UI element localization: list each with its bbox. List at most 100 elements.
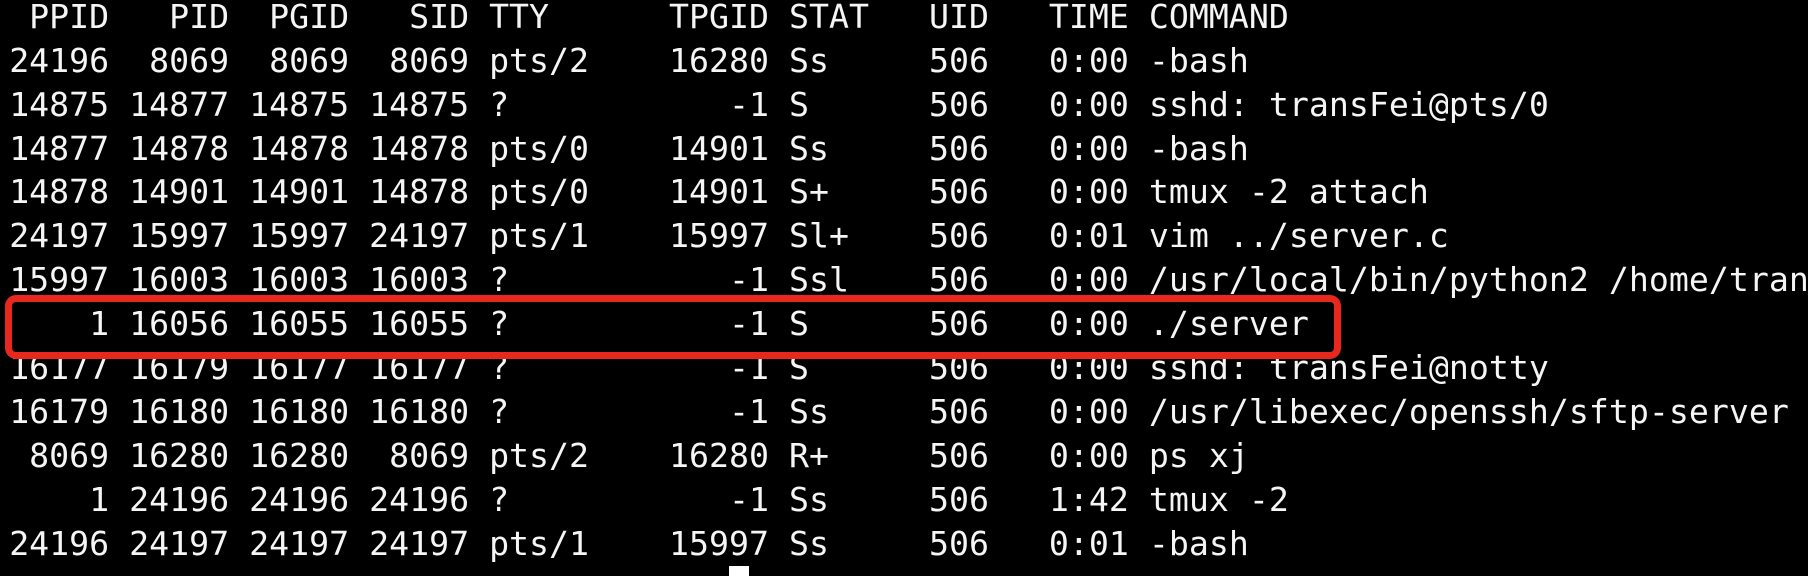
uid-cell: 506 xyxy=(928,435,989,475)
ppid-cell: 24196 xyxy=(9,523,110,563)
stat-cell: Ss xyxy=(789,391,829,431)
pid-cell: 16003 xyxy=(129,260,230,300)
command-cell: ps xj xyxy=(1148,435,1249,475)
command-cell: tmux -2 xyxy=(1148,479,1289,519)
tpgid-cell: 14901 xyxy=(669,128,770,168)
header-pgid: PGID xyxy=(269,0,350,36)
stat-cell: S xyxy=(789,304,809,344)
pgid-cell: 8069 xyxy=(269,40,350,80)
tty-cell: ? xyxy=(489,84,510,124)
header-command: COMMAND xyxy=(1148,0,1289,36)
process-row: 14875 14877 14875 14875? -1 S 506 0:00 sshd: tra… xyxy=(9,83,1808,127)
stat-cell: S xyxy=(789,348,809,388)
pgid-cell: 16280 xyxy=(249,435,350,475)
tpgid-cell: -1 xyxy=(729,304,770,344)
uid-cell: 506 xyxy=(928,84,989,124)
uid-cell: 506 xyxy=(928,348,989,388)
tty-cell: ? xyxy=(489,304,510,344)
header-uid: UID xyxy=(928,0,989,36)
time-cell: 0:01 xyxy=(1048,523,1129,563)
stat-cell: Ssl xyxy=(789,260,849,300)
pid-cell: 14901 xyxy=(129,172,230,212)
uid-cell: 506 xyxy=(928,304,989,344)
tty-cell: pts/1 xyxy=(489,523,590,563)
tpgid-cell: 16280 xyxy=(669,40,770,80)
process-row: 16177 16179 16177 16177? -1 S 506 0:00 sshd: tra… xyxy=(9,346,1808,390)
tpgid-cell: -1 xyxy=(729,479,770,519)
pid-cell: 14878 xyxy=(129,128,230,168)
pgid-cell: 14901 xyxy=(249,172,350,212)
ppid-cell: 8069 xyxy=(29,435,110,475)
tty-cell: pts/2 xyxy=(489,435,590,475)
stat-cell: Ss xyxy=(789,479,829,519)
time-cell: 0:00 xyxy=(1048,84,1129,124)
tpgid-cell: -1 xyxy=(729,391,770,431)
command-cell: -bash xyxy=(1148,40,1249,80)
uid-cell: 506 xyxy=(928,479,989,519)
process-row: 24197 15997 15997 24197 pts/1 15997 Sl+ 506 0:01… xyxy=(9,214,1808,258)
time-cell: 0:00 xyxy=(1048,172,1129,212)
header-pid: PID xyxy=(169,0,230,36)
sid-cell: 24197 xyxy=(369,216,470,256)
time-cell: 0:00 xyxy=(1048,260,1129,300)
tty-cell: ? xyxy=(489,260,510,300)
ppid-cell: 24196 xyxy=(9,40,110,80)
ppid-cell: 14877 xyxy=(9,128,110,168)
header-time: TIME xyxy=(1048,0,1129,36)
sid-cell: 14875 xyxy=(369,84,470,124)
tty-cell: ? xyxy=(489,348,510,388)
command-cell: -bash xyxy=(1148,523,1249,563)
process-row-highlighted: 1 16056 16055 16055? -1 S 506 0:00 ./server xyxy=(9,302,1808,346)
process-row: 8069 16280 16280 8069 pts/2 16280 R+ 506 0:00 ps … xyxy=(9,434,1808,478)
ppid-cell: 1 xyxy=(89,479,110,519)
header-sid: SID xyxy=(409,0,470,36)
tty-cell: ? xyxy=(489,391,510,431)
tpgid-cell: 15997 xyxy=(669,216,770,256)
time-cell: 0:00 xyxy=(1048,128,1129,168)
header-ppid: PPID xyxy=(29,0,110,36)
tpgid-cell: 15997 xyxy=(669,523,770,563)
header-stat: STAT xyxy=(789,0,869,36)
sid-cell: 14878 xyxy=(369,172,470,212)
pgid-cell: 14875 xyxy=(249,84,350,124)
command-cell: /usr/libexec/openssh/sftp-server xyxy=(1148,391,1789,431)
uid-cell: 506 xyxy=(928,216,989,256)
tpgid-cell: -1 xyxy=(729,84,770,124)
pid-cell: 24196 xyxy=(129,479,230,519)
sid-cell: 8069 xyxy=(389,40,470,80)
uid-cell: 506 xyxy=(928,128,989,168)
sid-cell: 16180 xyxy=(369,391,470,431)
process-row: 14877 14878 14878 14878 pts/0 14901 Ss 506 0:00-… xyxy=(9,127,1808,171)
pgid-cell: 24197 xyxy=(249,523,350,563)
pgid-cell: 16055 xyxy=(249,304,350,344)
pid-cell: 15997 xyxy=(129,216,230,256)
stat-cell: Ss xyxy=(789,523,829,563)
sid-cell: 24197 xyxy=(369,523,470,563)
stat-cell: R+ xyxy=(789,435,829,475)
time-cell: 0:01 xyxy=(1048,216,1129,256)
tpgid-cell: -1 xyxy=(729,348,770,388)
process-list: PPID PID PGID SID TTY TPGID STAT UID TIM… xyxy=(9,0,1808,566)
process-row: 16179 16180 16180 16180? -1 Ss 506 0:00/usr/lib… xyxy=(9,390,1808,434)
command-cell: ./server xyxy=(1148,304,1309,344)
stat-cell: Ss xyxy=(789,40,829,80)
pgid-cell: 24196 xyxy=(249,479,350,519)
header-tpgid: TPGID xyxy=(669,0,770,36)
ppid-cell: 14875 xyxy=(9,84,110,124)
pgid-cell: 15997 xyxy=(249,216,350,256)
ppid-cell: 16177 xyxy=(9,348,110,388)
pid-cell: 16179 xyxy=(129,348,230,388)
uid-cell: 506 xyxy=(928,523,989,563)
stat-cell: S xyxy=(789,84,809,124)
pgid-cell: 14878 xyxy=(249,128,350,168)
ppid-cell: 14878 xyxy=(9,172,110,212)
command-cell: /usr/local/bin/python2 /home/tran xyxy=(1148,260,1808,300)
stat-cell: Sl+ xyxy=(789,216,849,256)
tty-cell: pts/2 xyxy=(489,40,590,80)
time-cell: 0:00 xyxy=(1048,348,1129,388)
pid-cell: 14877 xyxy=(129,84,230,124)
terminal-screen[interactable]: PPID PID PGID SID TTY TPGID STAT UID TIM… xyxy=(0,0,1808,576)
uid-cell: 506 xyxy=(928,391,989,431)
tty-cell: ? xyxy=(489,479,510,519)
ppid-cell: 15997 xyxy=(9,260,110,300)
